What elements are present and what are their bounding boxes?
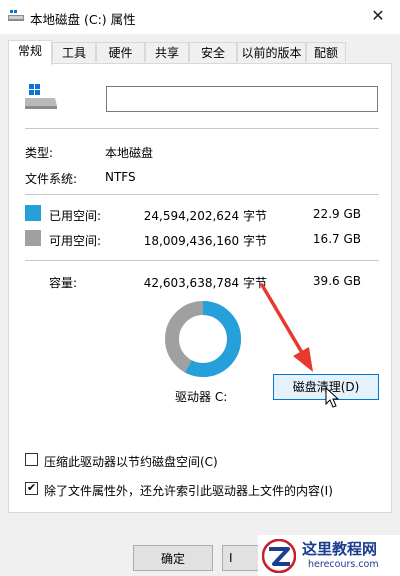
filesystem-value: NTFS — [105, 170, 136, 184]
compress-checkbox[interactable] — [25, 453, 38, 466]
close-icon: ✕ — [371, 6, 385, 25]
watermark: 这里教程网 herecours.com — [258, 535, 400, 576]
window-title: 本地磁盘 (C:) 属性 — [30, 12, 136, 27]
tab-general[interactable]: 常规 — [8, 40, 52, 65]
usage-donut — [165, 301, 241, 377]
used-space-size: 22.9 GB — [312, 207, 361, 221]
tab-quota[interactable]: 配额 — [306, 42, 346, 62]
watermark-title: 这里教程网 — [302, 540, 378, 558]
tab-tools[interactable]: 工具 — [52, 42, 96, 62]
index-check-mark: ✔ — [27, 481, 37, 494]
index-label: 除了文件属性外，还允许索引此驱动器上文件的内容(I) — [44, 484, 333, 498]
free-space-label: 可用空间: — [49, 234, 102, 248]
used-space-bytes: 24,594,202,624 字节 — [143, 209, 267, 223]
separator — [25, 260, 379, 261]
ok-button[interactable]: 确定 — [133, 545, 213, 571]
tab-security[interactable]: 安全 — [189, 42, 237, 62]
tab-previous-versions[interactable]: 以前的版本 — [237, 42, 306, 62]
disk-cleanup-button[interactable]: 磁盘清理(D) — [273, 374, 379, 400]
drive-icon — [8, 10, 24, 21]
close-button[interactable]: ✕ — [364, 3, 392, 29]
type-value: 本地磁盘 — [105, 146, 154, 160]
drive-letter-label: 驱动器 C: — [175, 390, 228, 404]
watermark-logo-icon — [262, 539, 296, 573]
free-space-bytes: 18,009,436,160 字节 — [143, 234, 267, 248]
free-space-swatch — [25, 230, 41, 246]
tab-strip: 常规 工具 硬件 共享 安全 以前的版本 配额 — [8, 40, 392, 65]
compress-label: 压缩此驱动器以节约磁盘空间(C) — [44, 455, 218, 469]
tab-sharing[interactable]: 共享 — [145, 42, 189, 62]
watermark-subtitle: herecours.com — [308, 559, 379, 570]
title-bar: 本地磁盘 (C:) 属性 ✕ — [0, 0, 400, 34]
used-space-label: 已用空间: — [49, 209, 102, 223]
used-space-swatch — [25, 205, 41, 221]
general-panel: 类型: 本地磁盘 文件系统: NTFS 已用空间: 24,594,202,624… — [8, 63, 392, 513]
volume-name-input[interactable] — [106, 86, 378, 112]
separator — [25, 128, 379, 129]
tab-hardware[interactable]: 硬件 — [96, 42, 145, 62]
filesystem-label: 文件系统: — [25, 172, 78, 186]
capacity-bytes: 42,603,638,784 字节 — [143, 276, 267, 290]
capacity-size: 39.6 GB — [312, 274, 361, 288]
free-space-size: 16.7 GB — [312, 232, 361, 246]
windows-drive-icon — [25, 84, 57, 109]
capacity-label: 容量: — [49, 276, 78, 290]
separator — [25, 194, 379, 195]
index-checkbox[interactable]: ✔ — [25, 481, 38, 495]
type-label: 类型: — [25, 146, 54, 160]
